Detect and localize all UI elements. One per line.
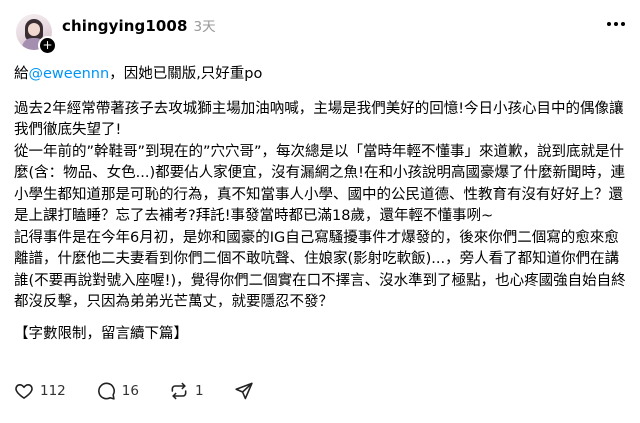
- post-time: 3天: [193, 19, 216, 35]
- share-icon: [234, 382, 253, 400]
- plus-icon[interactable]: +: [38, 36, 57, 55]
- reply-line: 給@eweennn，因她已關版,只好重po: [14, 64, 626, 86]
- reply-prefix: 給: [14, 66, 29, 82]
- paragraph-1: 過去2年經常帶著孩子去攻城獅主場加油吶喊，主場是我們美好的回憶!今日小孩心目中的…: [14, 100, 624, 139]
- comment-icon: [97, 382, 115, 400]
- more-icon[interactable]: [604, 14, 628, 34]
- paragraph-2: 從一年前的”幹鞋哥”到現在的”穴穴哥”，每次總是以「當時年輕不懂事」來道歉，說到…: [14, 143, 625, 225]
- username[interactable]: chingying1008: [62, 17, 188, 35]
- avatar[interactable]: +: [16, 14, 57, 55]
- comment-count: 16: [121, 383, 139, 399]
- repost-icon: [171, 382, 187, 400]
- like-button[interactable]: 112: [14, 381, 66, 401]
- heart-icon: [15, 384, 33, 399]
- thread-post: + chingying1008 3天 給@eweennn，因她已關版,只好重po…: [0, 0, 640, 423]
- share-button[interactable]: [234, 381, 254, 401]
- action-bar: 112 16 1: [14, 381, 284, 401]
- repost-button[interactable]: 1: [169, 381, 204, 401]
- paragraph-3: 記得事件是在今年6月初，是妳和國豪的IG自己寫騷擾事件才爆發的，後來你們二個寫的…: [14, 229, 626, 311]
- reply-suffix: ，因她已關版,只好重po: [109, 66, 263, 82]
- repost-count: 1: [194, 383, 204, 399]
- mention-link[interactable]: @eweennn: [29, 66, 110, 82]
- post-header: chingying1008 3天: [62, 15, 216, 37]
- post-body: 給@eweennn，因她已關版,只好重po 過去2年經常帶著孩子去攻城獅主場加油…: [14, 64, 626, 345]
- footer-note: 【字數限制，留言續下篇】: [14, 325, 188, 342]
- comment-button[interactable]: 16: [96, 381, 139, 401]
- like-count: 112: [40, 383, 66, 399]
